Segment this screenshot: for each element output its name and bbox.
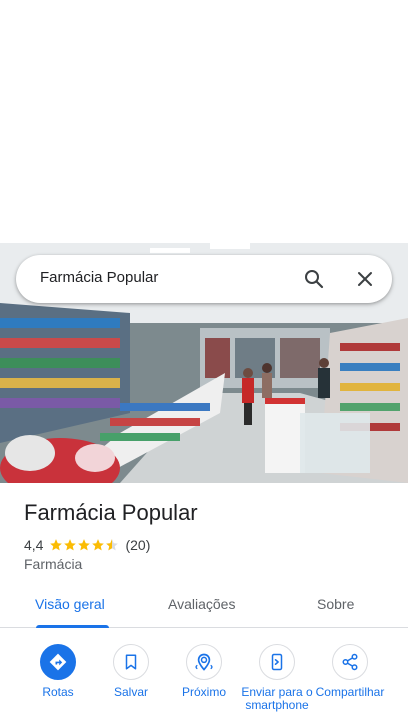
bookmark-icon	[113, 644, 149, 680]
place-title: Farmácia Popular	[24, 500, 198, 525]
star-icon	[64, 539, 77, 551]
save-label: Salvar	[113, 685, 148, 699]
tab-about[interactable]: Sobre	[317, 596, 354, 612]
nearby-icon	[186, 644, 222, 680]
search-bar[interactable]: Farmácia Popular	[16, 255, 392, 303]
action-bar: Rotas Salvar Próximo Enviar para o smart…	[0, 644, 408, 726]
save-button[interactable]: Salvar	[93, 644, 169, 699]
search-icon[interactable]	[302, 267, 326, 291]
nearby-button[interactable]: Próximo	[166, 644, 242, 699]
rating-stars	[49, 538, 119, 552]
share-button[interactable]: Compartilhar	[312, 644, 388, 699]
close-icon[interactable]	[353, 267, 377, 291]
tab-bar: Visão geral Avaliações Sobre	[0, 588, 408, 628]
directions-label: Rotas	[42, 685, 74, 699]
send-to-phone-label: Enviar para o smartphone	[241, 685, 313, 712]
rating-row[interactable]: 4,4 (20)	[24, 536, 150, 554]
map-blank-area	[0, 0, 408, 243]
directions-button[interactable]: Rotas	[20, 644, 96, 699]
nearby-label: Próximo	[181, 685, 226, 699]
send-to-phone-icon	[259, 644, 295, 680]
send-to-phone-button[interactable]: Enviar para o smartphone	[239, 644, 315, 712]
directions-icon	[40, 644, 76, 680]
active-tab-indicator	[36, 625, 109, 628]
star-icon	[92, 539, 105, 551]
tab-reviews[interactable]: Avaliações	[168, 596, 235, 612]
place-category: Farmácia	[24, 556, 83, 572]
review-count[interactable]: (20)	[125, 537, 150, 553]
search-input[interactable]: Farmácia Popular	[40, 269, 158, 286]
half-star-icon	[106, 539, 119, 551]
tab-overview[interactable]: Visão geral	[35, 596, 105, 612]
star-icon	[78, 539, 91, 551]
rating-value: 4,4	[24, 537, 44, 553]
star-icon	[50, 539, 63, 551]
share-icon	[332, 644, 368, 680]
share-label: Compartilhar	[315, 685, 385, 699]
